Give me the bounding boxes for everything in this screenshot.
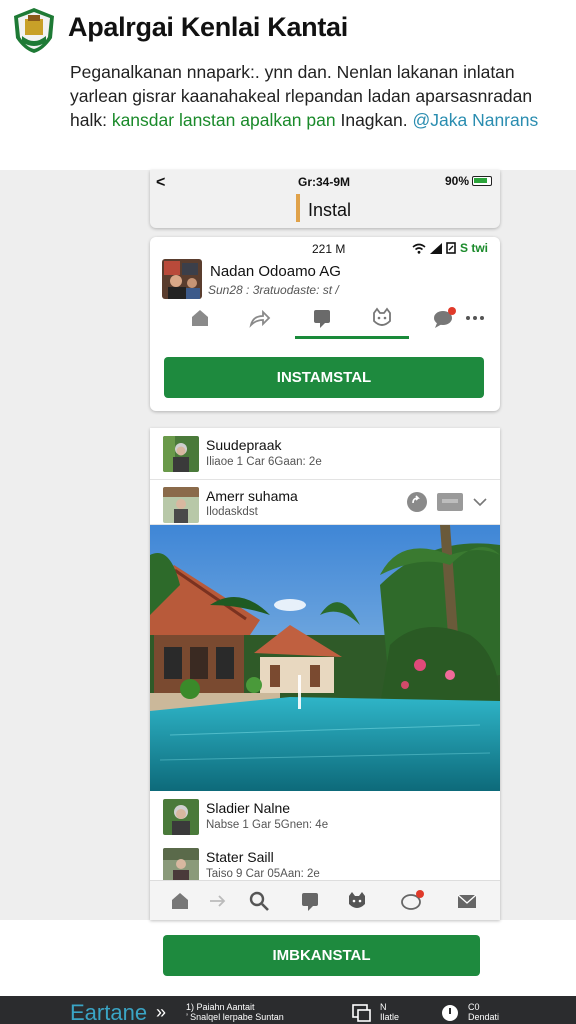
- post-photo[interactable]: [150, 525, 500, 791]
- desc-highlight[interactable]: kansdar lanstan apalkan pan: [112, 110, 336, 130]
- footer-item-line: N: [380, 1002, 387, 1012]
- list-item-sub: Iliaoe 1 Car 6Gaan: 2e: [206, 456, 322, 468]
- chat-icon[interactable]: [432, 305, 458, 331]
- install-button[interactable]: INSTAMSTAL: [164, 357, 484, 398]
- bottom-nav: [150, 880, 500, 920]
- footer-brand[interactable]: Eartane: [70, 1000, 147, 1024]
- page-title: Instal: [308, 200, 352, 220]
- app-title: Apalrgai Kenlai Kantai: [68, 12, 348, 42]
- signal-icon: [429, 242, 442, 254]
- footer-item-label: N Ilatle: [380, 1002, 399, 1022]
- app-name: Nadan Odoamo AG: [210, 263, 341, 280]
- app-avatar: [162, 259, 202, 299]
- install-button-2[interactable]: IMBKANSTAL: [163, 935, 480, 976]
- list-item[interactable]: Amerr suhama Ilodaskdst: [150, 481, 500, 525]
- footer-arrow[interactable]: »: [156, 1002, 166, 1023]
- window-icon[interactable]: [352, 1004, 372, 1022]
- feed-list: Suudepraak Iliaoe 1 Car 6Gaan: 2e Amerr …: [150, 428, 500, 920]
- cat-icon[interactable]: [346, 889, 368, 913]
- video-icon[interactable]: [300, 889, 322, 913]
- status-time-2: 221 M: [312, 242, 346, 256]
- list-item-name: Amerr suhama: [206, 488, 298, 504]
- list-item-sub: Nabse 1 Gar 5Gnen: 4e: [206, 819, 329, 831]
- media-icon[interactable]: [436, 491, 464, 513]
- power-icon[interactable]: [440, 1004, 460, 1022]
- home-icon[interactable]: [170, 889, 190, 913]
- app-header: Apalrgai Kenlai Kantai Peganalkanan nnap…: [0, 0, 576, 170]
- chat-icon[interactable]: [400, 889, 426, 913]
- desc-link[interactable]: @Jaka Nanrans: [412, 110, 538, 130]
- avatar: [163, 848, 199, 884]
- search-icon[interactable]: [248, 889, 270, 913]
- footer-bar: Eartane » 1) Paiahn Aantait ’ Snalqel le…: [0, 996, 576, 1024]
- app-action-bar: [180, 305, 490, 335]
- battery-icon: [472, 176, 492, 186]
- status-icons: S twi: [412, 241, 488, 255]
- status-text: S twi: [459, 241, 488, 255]
- logo-icon: [12, 6, 56, 54]
- app-card: 221 M S twi Nadan Odoamo AG Sun28 : 3rat…: [150, 237, 500, 411]
- title-marker: [296, 194, 300, 222]
- footer-item-line: C0: [468, 1002, 480, 1012]
- row-tools: [406, 491, 488, 513]
- status-time: Gr:34-9M: [298, 175, 351, 189]
- cat-icon[interactable]: [370, 305, 394, 331]
- list-item-name: Stater Saill: [206, 849, 274, 865]
- wifi-icon: [412, 243, 426, 254]
- chevron-down-icon[interactable]: [472, 495, 488, 509]
- avatar: [163, 487, 199, 523]
- app-description: Peganalkanan nnapark:. ynn dan. Nenlan l…: [70, 60, 550, 132]
- refresh-icon[interactable]: [406, 491, 428, 513]
- footer-text-line: ’ Snalqel lerpabe Suntan: [186, 1012, 284, 1022]
- list-item[interactable]: Sladier Nalne Nabse 1 Gar 5Gnen: 4e: [150, 791, 500, 843]
- footer-text-line: 1) Paiahn Aantait: [186, 1002, 255, 1012]
- list-item-name: Suudepraak: [206, 437, 282, 453]
- list-item-name: Sladier Nalne: [206, 800, 291, 816]
- share-icon[interactable]: [248, 305, 272, 331]
- footer-text: 1) Paiahn Aantait ’ Snalqel lerpabe Sunt…: [186, 1002, 284, 1022]
- top-bar: < Gr:34-9M 90% Instal: [150, 170, 500, 228]
- footer-item-label: C0 Dendati: [468, 1002, 499, 1022]
- more-icon[interactable]: [464, 305, 486, 331]
- battery-percent: 90%: [444, 174, 469, 188]
- list-item-sub: Ilodaskdst: [206, 506, 258, 518]
- desc-text-2: Inagkan.: [335, 110, 413, 130]
- list-item-sub: Taiso 9 Car 05Aan: 2e: [206, 868, 320, 880]
- home-icon[interactable]: [190, 305, 210, 331]
- active-tab-indicator: [295, 336, 409, 339]
- avatar: [163, 436, 199, 472]
- sim-icon: [446, 242, 456, 254]
- footer-item-line: Dendati: [468, 1012, 500, 1022]
- app-subtitle: Sun28 : 3ratuodaste: st /: [208, 283, 339, 297]
- mail-icon[interactable]: [456, 889, 478, 913]
- back-icon[interactable]: <: [156, 174, 165, 192]
- list-item[interactable]: Suudepraak Iliaoe 1 Car 6Gaan: 2e: [150, 428, 500, 480]
- video-icon[interactable]: [312, 305, 334, 331]
- forward-icon[interactable]: [208, 889, 228, 913]
- footer-item-line: Ilatle: [380, 1012, 400, 1022]
- avatar: [163, 799, 199, 835]
- battery-indicator: 90%: [445, 174, 492, 188]
